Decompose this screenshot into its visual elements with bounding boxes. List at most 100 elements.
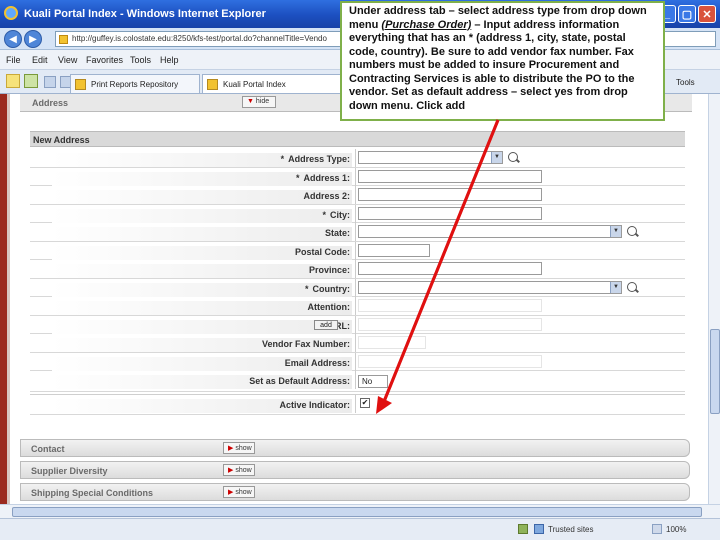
state-select[interactable]: ▼ <box>358 225 622 238</box>
tools-dropdown[interactable]: Tools <box>676 78 695 87</box>
chevron-down-icon: ▼ <box>491 152 502 163</box>
menu-view[interactable]: View <box>58 55 77 65</box>
field-label: URL: <box>52 319 352 334</box>
quick-tabs-icon[interactable] <box>44 76 56 88</box>
required-asterisk: * <box>280 154 285 164</box>
form-row-url: URL: <box>30 315 685 334</box>
required-asterisk: * <box>304 283 309 294</box>
chevron-down-icon: ▼ <box>610 226 621 237</box>
tab-favicon-icon <box>207 79 218 90</box>
email-field[interactable] <box>358 354 542 368</box>
back-button[interactable]: ◀ <box>4 30 22 48</box>
default-address-select[interactable]: No <box>358 375 388 388</box>
city-input[interactable] <box>358 206 542 220</box>
new-address-title: New Address <box>33 135 90 145</box>
field-label: Vendor Fax Number: <box>52 338 352 352</box>
field-label: Postal Code: <box>52 245 352 260</box>
vertical-scrollbar[interactable] <box>708 94 720 504</box>
shipping-conditions-label: Shipping Special Conditions <box>31 488 154 498</box>
field-label: * Address 1: <box>52 171 352 186</box>
contact-section-header: Contact ▶ show <box>20 439 690 457</box>
attention-input[interactable] <box>358 299 542 312</box>
country-select[interactable]: ▼ <box>358 280 622 294</box>
show-contact-button[interactable]: ▶ show <box>223 442 255 454</box>
add-favorite-icon[interactable] <box>24 74 38 88</box>
lookup-icon[interactable] <box>627 226 637 236</box>
address-type-select[interactable]: ▼ <box>358 151 503 164</box>
zoom-icon[interactable] <box>652 524 662 534</box>
menu-tools[interactable]: Tools <box>130 55 151 65</box>
close-button[interactable]: ✕ <box>698 5 716 23</box>
show-supplier-diversity-button[interactable]: ▶ show <box>223 464 255 476</box>
portal-left-border <box>0 94 7 504</box>
form-row-postal-code: Postal Code: <box>30 241 685 260</box>
supplier-diversity-section-header: Supplier Diversity ▶ show <box>20 461 690 479</box>
required-asterisk: * <box>295 172 300 183</box>
field-label: * City: <box>52 208 352 223</box>
field-label: Email Address: <box>52 356 352 371</box>
field-label: Attention: <box>52 301 352 315</box>
menu-favorites[interactable]: Favorites <box>86 55 123 65</box>
horizontal-scroll-thumb[interactable] <box>12 507 702 517</box>
new-address-header: New Address <box>30 131 685 147</box>
hide-address-button[interactable]: ▼ hide <box>242 96 276 108</box>
status-bar: Trusted sites 100% <box>0 518 720 540</box>
url-text: http://guffey.is.colostate.edu:8250/kfs-… <box>72 34 327 43</box>
horizontal-scrollbar[interactable] <box>0 504 720 518</box>
contact-section-label: Contact <box>31 444 65 454</box>
menu-file[interactable]: File <box>6 55 21 65</box>
vertical-scroll-thumb[interactable] <box>710 329 720 414</box>
field-label: * Address Type: <box>52 153 352 167</box>
url-input[interactable]: http://guffey.is.colostate.edu:8250/kfs-… <box>55 31 365 47</box>
tab-label: Kuali Portal Index <box>223 80 286 89</box>
supplier-diversity-label: Supplier Diversity <box>31 466 108 476</box>
instruction-callout: Under address tab – select address type … <box>340 1 665 121</box>
field-label: State: <box>52 227 352 241</box>
forward-button[interactable]: ▶ <box>24 30 42 48</box>
chevron-down-icon: ▼ <box>610 281 621 293</box>
address-1-input[interactable] <box>358 169 542 183</box>
vendor-fax-input[interactable] <box>358 336 426 349</box>
lookup-icon[interactable] <box>508 152 518 162</box>
form-row-state: State: ▼ <box>30 223 685 242</box>
page-content: Address ▼ hide New Address * Address Type… <box>0 94 708 504</box>
postal-code-input[interactable] <box>358 243 430 257</box>
active-indicator-checkbox[interactable]: ✔ <box>360 398 370 408</box>
form-row-country: * Country: ▼ <box>30 278 685 297</box>
form-row-active-indicator: Active Indicator: ✔ <box>30 394 685 415</box>
province-input[interactable] <box>358 262 542 275</box>
form-row-address-type: * Address Type: ▼ <box>30 149 685 168</box>
required-asterisk: * <box>322 209 326 220</box>
tab-print-reports[interactable]: Print Reports Repository <box>70 74 200 93</box>
lookup-icon[interactable] <box>627 281 637 292</box>
ie-logo-icon <box>4 6 18 20</box>
form-row-email: Email Address: <box>30 352 685 371</box>
search-input[interactable] <box>662 31 716 47</box>
form-row-address-2: Address 2: <box>30 186 685 205</box>
field-label: Active Indicator: <box>52 399 352 413</box>
add-button[interactable]: add <box>314 320 338 330</box>
menu-help[interactable]: Help <box>160 55 179 65</box>
show-shipping-conditions-button[interactable]: ▶ show <box>223 486 255 498</box>
callout-emphasis: (Purchase Order) <box>381 18 472 31</box>
address-2-input[interactable] <box>358 188 542 201</box>
page-favicon-icon <box>59 35 68 44</box>
hide-label: hide <box>255 98 270 105</box>
form-row-vendor-fax: Vendor Fax Number: <box>30 334 685 353</box>
url-field[interactable] <box>358 317 542 331</box>
zoom-level[interactable]: 100% <box>666 525 686 534</box>
trusted-sites-icon <box>534 524 544 534</box>
address-section-label: Address <box>32 98 69 108</box>
form-row-attention: Attention: <box>30 297 685 316</box>
shipping-conditions-section-header: Shipping Special Conditions ▶ show <box>20 483 690 501</box>
form-row-province: Province: <box>30 260 685 279</box>
tab-kuali-portal-index[interactable]: Kuali Portal Index <box>202 74 342 93</box>
portal-left-shade <box>7 94 10 504</box>
default-address-value: No <box>362 377 373 386</box>
menu-edit[interactable]: Edit <box>32 55 48 65</box>
favorites-star-icon[interactable] <box>6 74 20 88</box>
field-label: * Country: <box>52 282 352 297</box>
zone-icon <box>518 524 528 534</box>
field-label: Province: <box>52 264 352 278</box>
maximize-button[interactable]: ▢ <box>678 5 696 23</box>
